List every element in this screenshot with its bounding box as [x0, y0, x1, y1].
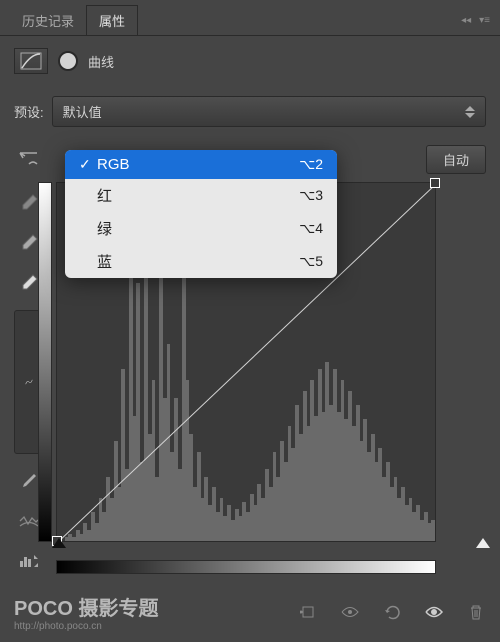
panel-header: 曲线 — [0, 36, 500, 86]
preset-value: 默认值 — [63, 102, 102, 121]
preset-label: 预设: — [14, 102, 44, 121]
preset-row: 预设: 默认值 — [0, 86, 500, 137]
curves-adjustment-icon[interactable] — [14, 48, 48, 74]
watermark: POCO 摄影专题 http://photo.poco.cn — [14, 592, 158, 632]
footer-actions — [298, 603, 486, 621]
view-previous-icon[interactable] — [340, 603, 360, 621]
input-black-slider[interactable] — [52, 538, 66, 548]
input-gradient — [56, 560, 436, 574]
collapse-icon[interactable]: ◂◂ — [461, 15, 471, 26]
footer: POCO 摄影专题 http://photo.poco.cn — [0, 592, 500, 632]
on-image-tool-icon[interactable] — [14, 148, 44, 172]
channel-dropdown: ✓RGB⌥2红⌥3绿⌥4蓝⌥5 — [65, 150, 337, 278]
channel-option[interactable]: ✓RGB⌥2 — [65, 150, 337, 179]
tab-properties[interactable]: 属性 — [86, 5, 138, 35]
clip-to-layer-icon[interactable] — [298, 603, 318, 621]
trash-icon[interactable] — [466, 603, 486, 621]
preset-select[interactable]: 默认值 — [52, 96, 486, 127]
tabs: 历史记录 属性 ◂◂ ▾≡ — [0, 0, 500, 36]
auto-button[interactable]: 自动 — [426, 145, 486, 174]
menu-icon[interactable]: ▾≡ — [479, 15, 490, 26]
panel-controls: ◂◂ ▾≡ — [461, 15, 490, 26]
channel-option[interactable]: 蓝⌥5 — [65, 245, 337, 278]
histogram-options-icon[interactable] — [14, 548, 44, 574]
curve-handle-highlight[interactable] — [430, 178, 440, 188]
visibility-icon[interactable] — [424, 603, 444, 621]
channel-option[interactable]: 绿⌥4 — [65, 212, 337, 245]
channel-option[interactable]: 红⌥3 — [65, 179, 337, 212]
input-white-slider[interactable] — [476, 538, 490, 548]
output-gradient — [38, 182, 52, 542]
adjustment-title: 曲线 — [88, 52, 114, 71]
layer-mask-icon[interactable] — [58, 51, 78, 71]
tab-history[interactable]: 历史记录 — [10, 6, 86, 35]
reset-icon[interactable] — [382, 603, 402, 621]
